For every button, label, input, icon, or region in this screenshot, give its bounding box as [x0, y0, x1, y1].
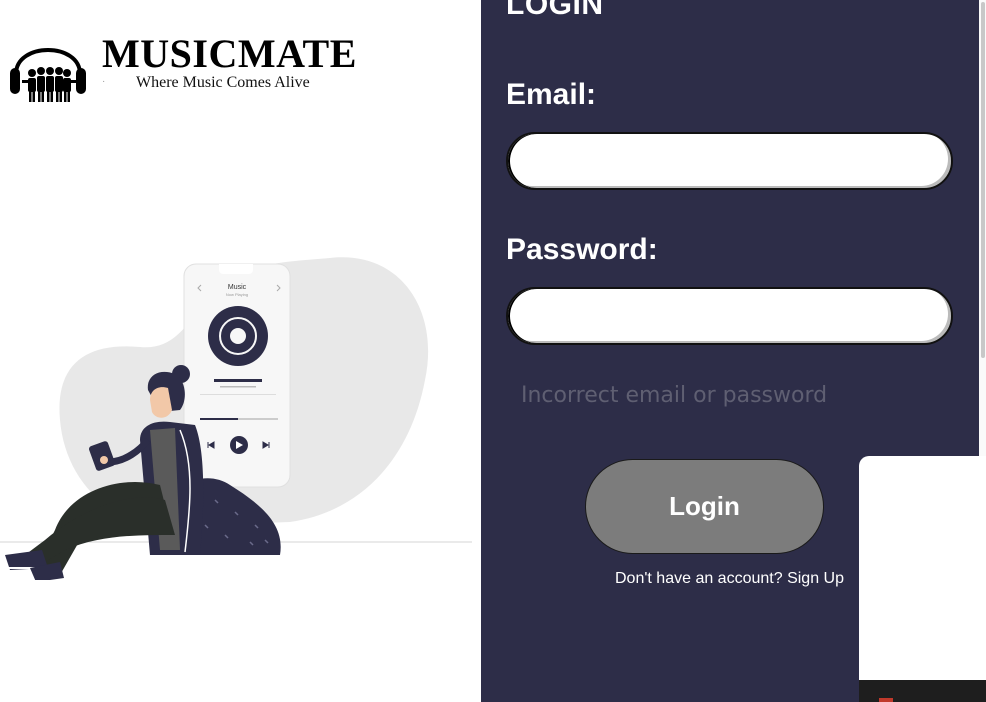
svg-text:Music: Music	[228, 284, 247, 291]
popup-bar-mark	[879, 698, 893, 702]
woman-listening-music-illustration: Music Now Playing	[0, 257, 472, 580]
login-button[interactable]: Login	[585, 459, 824, 554]
brand-title: MUSICMATE	[102, 31, 357, 76]
signup-link[interactable]: Sign Up	[787, 570, 844, 587]
tagline-bullet: ·	[102, 76, 106, 87]
popup-bar	[859, 680, 986, 702]
password-input[interactable]	[506, 287, 953, 345]
email-input[interactable]	[506, 132, 953, 190]
svg-text:Now Playing: Now Playing	[226, 292, 248, 297]
brand-tagline: Where Music Comes Alive	[136, 74, 310, 91]
password-label: Password:	[506, 233, 658, 266]
headphones-people-icon	[10, 48, 86, 102]
scrollbar-thumb[interactable]	[981, 2, 985, 358]
email-label: Email:	[506, 78, 597, 111]
brand-header: MUSICMATE · Where Music Comes Alive	[8, 28, 368, 108]
corner-popup[interactable]	[859, 456, 986, 702]
login-error-message: Incorrect email or password	[521, 383, 828, 408]
login-heading: LOGIN	[506, 0, 604, 21]
signup-prompt-text: Don't have an account?	[615, 570, 788, 587]
